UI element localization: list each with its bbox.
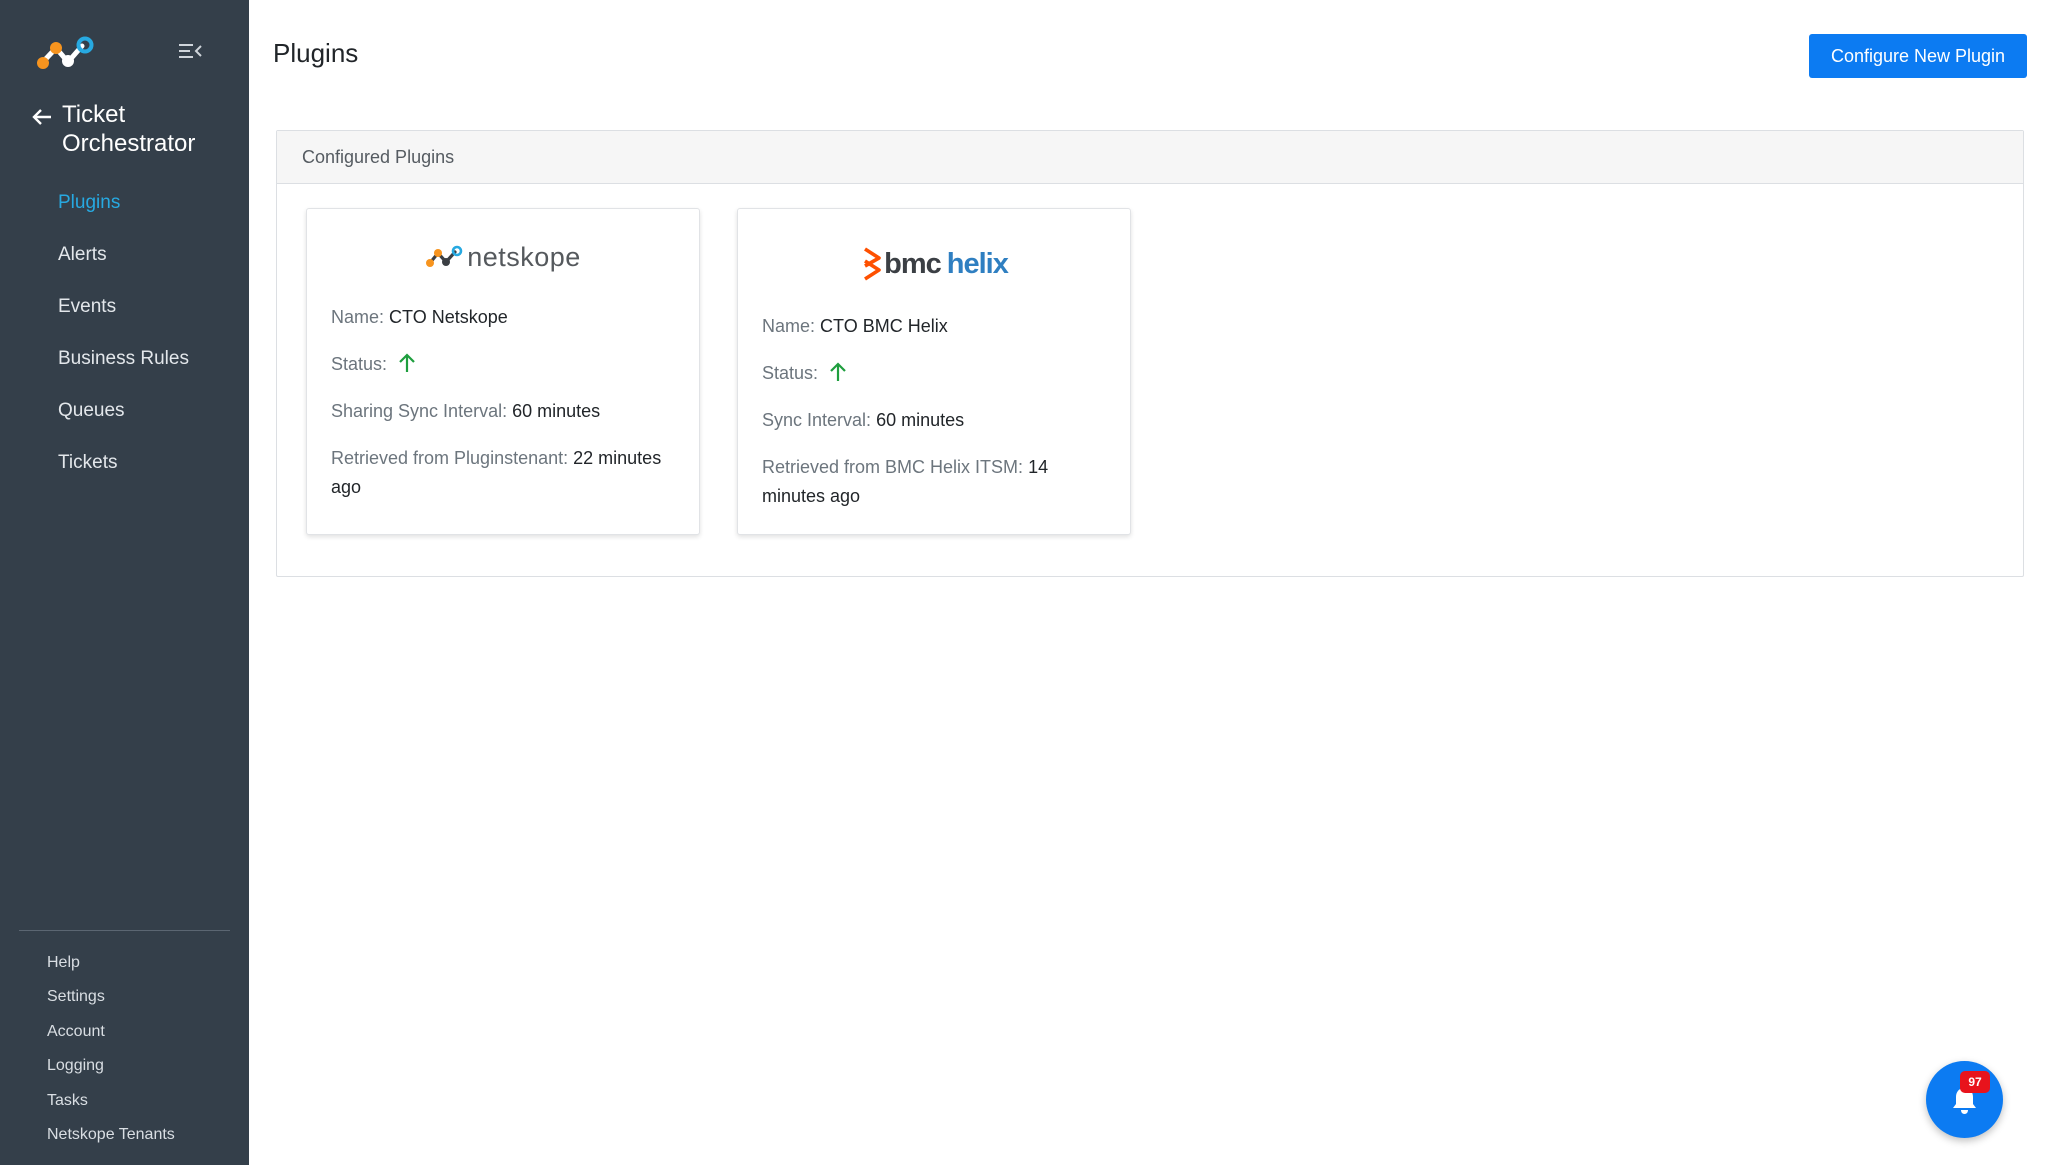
main-nav: Plugins Alerts Events Business Rules Que… <box>58 186 189 498</box>
card-logo: bmc helix <box>738 241 1130 287</box>
collapse-sidebar-icon[interactable] <box>176 38 204 66</box>
sync-interval-field: Sync Interval: 60 minutes <box>762 406 1110 435</box>
arrow-up-icon <box>830 362 846 382</box>
nav-item-tickets[interactable]: Tickets <box>58 446 189 498</box>
plugin-card-netskope[interactable]: netskope Name: CTO Netskope Status: Shar… <box>306 208 700 535</box>
nav-item-logging[interactable]: Logging <box>47 1053 175 1087</box>
nav-item-alerts[interactable]: Alerts <box>58 238 189 290</box>
sync-interval-field: Sharing Sync Interval: 60 minutes <box>331 397 679 426</box>
retrieved-label: Retrieved from Pluginstenant: <box>331 448 569 468</box>
nav-item-settings[interactable]: Settings <box>47 984 175 1018</box>
bottom-nav: Help Settings Account Logging Tasks Nets… <box>47 950 175 1156</box>
netskope-logo-icon[interactable] <box>36 36 96 70</box>
nav-item-help[interactable]: Help <box>47 950 175 984</box>
nav-item-business-rules[interactable]: Business Rules <box>58 342 189 394</box>
nav-item-account[interactable]: Account <box>47 1019 175 1053</box>
card-fields: Name: CTO Netskope Status: Sharing Sync … <box>331 303 679 520</box>
status-field: Status: <box>331 350 679 379</box>
arrow-up-icon <box>399 353 415 373</box>
plugin-card-bmc-helix[interactable]: bmc helix Name: CTO BMC Helix Status: Sy… <box>737 208 1131 535</box>
back-arrow-icon[interactable] <box>30 105 54 129</box>
nav-item-netskope-tenants[interactable]: Netskope Tenants <box>47 1122 175 1156</box>
panel-header: Configured Plugins <box>277 131 2023 184</box>
status-label: Status: <box>762 363 819 383</box>
sync-interval-label: Sharing Sync Interval: <box>331 401 508 421</box>
sync-interval-label: Sync Interval: <box>762 410 872 430</box>
notifications-button[interactable]: 97 <box>1926 1061 2003 1138</box>
notification-count-badge: 97 <box>1960 1071 1990 1093</box>
name-field: Name: CTO Netskope <box>331 303 679 332</box>
sync-interval-value: 60 minutes <box>512 401 601 421</box>
status-label: Status: <box>331 354 388 374</box>
sidebar: Ticket Orchestrator Plugins Alerts Event… <box>0 0 249 1165</box>
nav-item-plugins[interactable]: Plugins <box>58 186 189 238</box>
configured-plugins-panel: Configured Plugins netskope Name: CTO Ne… <box>276 130 2024 577</box>
bmc-logo-icon <box>864 247 881 281</box>
name-label: Name: <box>762 316 816 336</box>
nav-item-events[interactable]: Events <box>58 290 189 342</box>
netskope-logo-icon <box>426 245 463 267</box>
nav-item-queues[interactable]: Queues <box>58 394 189 446</box>
name-value: CTO BMC Helix <box>820 316 948 336</box>
sync-interval-value: 60 minutes <box>876 410 965 430</box>
card-logo: netskope <box>307 237 699 277</box>
name-label: Name: <box>331 307 385 327</box>
netskope-logo-text: netskope <box>467 241 581 272</box>
app-header: Ticket Orchestrator <box>30 100 232 158</box>
name-field: Name: CTO BMC Helix <box>762 312 1110 341</box>
retrieved-field: Retrieved from BMC Helix ITSM: 14 minute… <box>762 453 1110 511</box>
card-fields: Name: CTO BMC Helix Status: Sync Interva… <box>762 312 1110 529</box>
sidebar-divider <box>19 930 230 931</box>
retrieved-label: Retrieved from BMC Helix ITSM: <box>762 457 1024 477</box>
app-title: Ticket Orchestrator <box>62 101 196 157</box>
retrieved-field: Retrieved from Pluginstenant: 22 minutes… <box>331 444 679 502</box>
name-value: CTO Netskope <box>389 307 508 327</box>
helix-logo-text: helix <box>946 247 1009 280</box>
page-title: Plugins <box>273 38 359 68</box>
status-field: Status: <box>762 359 1110 388</box>
bmc-logo-text: bmc <box>884 247 942 280</box>
configure-new-plugin-button[interactable]: Configure New Plugin <box>1809 34 2027 78</box>
nav-item-tasks[interactable]: Tasks <box>47 1088 175 1122</box>
